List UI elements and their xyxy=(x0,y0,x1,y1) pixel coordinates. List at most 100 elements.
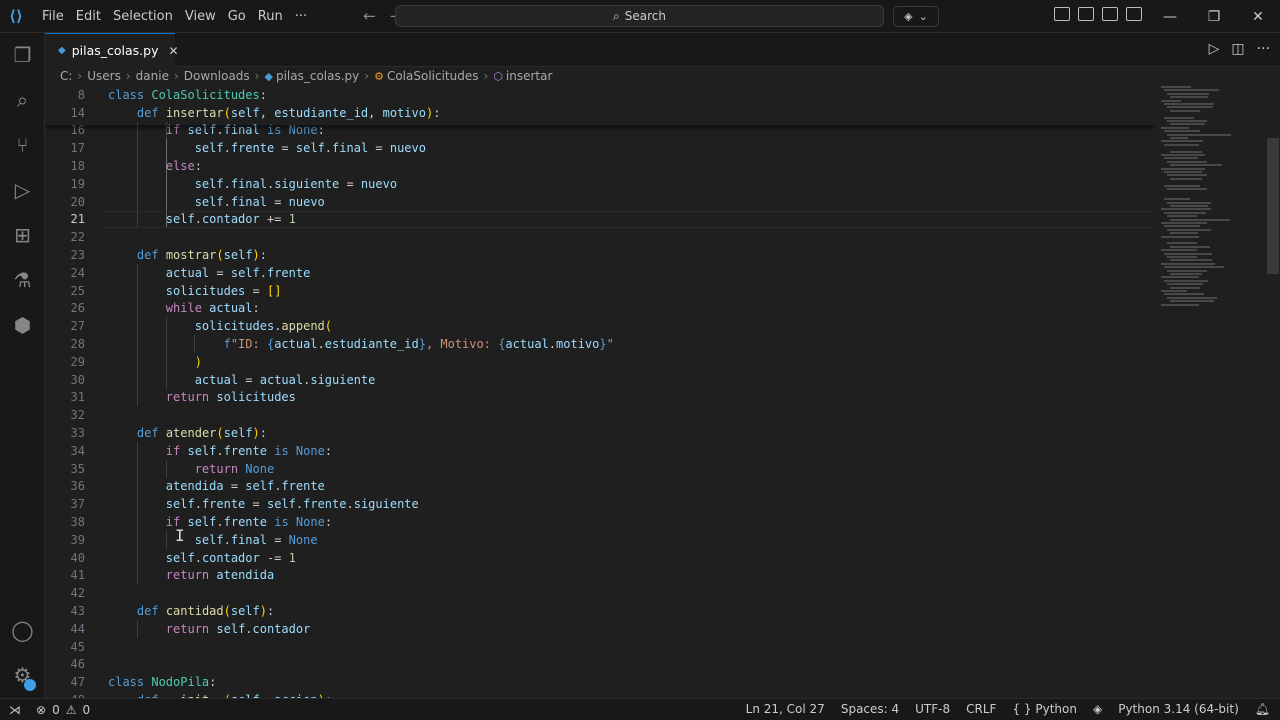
sticky-scroll-line[interactable]: 8 class ColaSolicitudes: xyxy=(45,86,1155,104)
menu-file[interactable]: File xyxy=(36,9,70,24)
code-line[interactable]: 18 else: xyxy=(45,157,1155,175)
source-control-icon[interactable]: ⑂ xyxy=(0,125,45,165)
account-icon[interactable]: ◯ xyxy=(0,610,45,650)
python-icon[interactable]: ⬢ xyxy=(0,305,45,345)
breadcrumb-users[interactable]: Users xyxy=(87,69,121,83)
testing-icon[interactable]: ⚗ xyxy=(0,260,45,300)
code-line[interactable]: 29 ) xyxy=(45,353,1155,371)
toggle-secondary-sidebar-icon[interactable] xyxy=(1126,7,1142,21)
code-line[interactable]: 46 xyxy=(45,656,1155,674)
minimap-line xyxy=(1167,269,1207,272)
minimap[interactable] xyxy=(1155,86,1265,698)
code-line[interactable]: 32 xyxy=(45,406,1155,424)
menu-more[interactable]: ··· xyxy=(289,9,313,24)
menu-edit[interactable]: Edit xyxy=(70,9,107,24)
close-tab-icon[interactable]: ✕ xyxy=(168,44,178,58)
split-editor-icon[interactable]: ◫ xyxy=(1231,41,1244,57)
line-code: solicitudes.append( xyxy=(194,319,333,334)
code-line[interactable]: 20 self.final = nuevo xyxy=(45,193,1155,211)
extensions-icon[interactable]: ⊞ xyxy=(0,215,45,255)
more-actions-icon[interactable]: ··· xyxy=(1257,41,1270,57)
breadcrumb-drive[interactable]: C: xyxy=(60,69,72,83)
breadcrumb-file[interactable]: pilas_colas.py xyxy=(276,69,359,83)
remote-indicator-icon[interactable]: ⋊ xyxy=(0,703,30,717)
line-number: 28 xyxy=(70,337,85,352)
breadcrumb-method[interactable]: insertar xyxy=(506,69,553,83)
minimap-line xyxy=(1164,293,1204,296)
code-line[interactable]: 25 solicitudes = [] xyxy=(45,282,1155,300)
python-interpreter[interactable]: Python 3.14 (64-bit) xyxy=(1118,702,1239,716)
restore-icon[interactable]: ❐ xyxy=(1192,0,1236,33)
editor-scrollbar[interactable] xyxy=(1267,138,1279,274)
minimap-line xyxy=(1170,150,1202,153)
code-editor[interactable]: 8 class ColaSolicitudes: 14 def insertar(s… xyxy=(45,86,1155,698)
code-line[interactable]: 24 actual = self.frente xyxy=(45,264,1155,282)
minimap-line xyxy=(1164,279,1208,282)
code-line[interactable]: 40 self.contador -= 1 xyxy=(45,549,1155,567)
code-line[interactable]: 35 return None xyxy=(45,460,1155,478)
breadcrumb-danie[interactable]: danie xyxy=(136,69,169,83)
code-line[interactable]: 21 self.contador += 1 xyxy=(45,210,1155,229)
code-line[interactable]: 34 if self.frente is None: xyxy=(45,442,1155,460)
code-line[interactable]: 38 if self.frente is None: xyxy=(45,513,1155,531)
code-line[interactable]: 23 def mostrar(self): xyxy=(45,246,1155,264)
search-sidebar-icon[interactable]: ⌕ xyxy=(0,80,45,120)
toggle-panel-icon[interactable] xyxy=(1102,7,1118,21)
menu-selection[interactable]: Selection xyxy=(107,9,179,24)
command-center-search[interactable]: ⌕ Search xyxy=(395,5,884,27)
sticky-scroll-line[interactable]: 14 def insertar(self, estudiante_id, mot… xyxy=(45,103,1155,122)
code-line[interactable]: 37 self.frente = self.frente.siguiente xyxy=(45,495,1155,513)
code-line[interactable]: 30 actual = actual.siguiente xyxy=(45,371,1155,389)
code-line[interactable]: 36 atendida = self.frente xyxy=(45,478,1155,496)
code-line[interactable]: 19 self.final.siguiente = nuevo xyxy=(45,175,1155,193)
back-arrow-icon[interactable]: ← xyxy=(363,7,376,25)
line-code: def insertar(self, estudiante_id, motivo… xyxy=(136,105,441,120)
language-mode[interactable]: { } Python xyxy=(1012,702,1077,716)
code-line[interactable]: 22 xyxy=(45,228,1155,246)
line-number: 38 xyxy=(70,515,85,530)
line-code: def atender(self): xyxy=(136,426,268,441)
minimap-line xyxy=(1164,198,1190,201)
code-line[interactable]: 28 f"ID: {actual.estudiante_id}, Motivo:… xyxy=(45,335,1155,353)
line-code: if self.final is None: xyxy=(165,123,325,138)
code-line[interactable]: 43 def cantidad(self): xyxy=(45,602,1155,620)
code-line[interactable]: 31 return solicitudes xyxy=(45,389,1155,407)
line-number: 39 xyxy=(70,532,85,547)
code-line[interactable]: 48 def __init__(self, accion): xyxy=(45,691,1155,698)
code-line[interactable]: 44 return self.contador xyxy=(45,620,1155,638)
code-line[interactable]: 39 self.final = None xyxy=(45,531,1155,549)
copilot-button[interactable]: ◈ ⌄ xyxy=(893,6,939,27)
customize-layout-icon[interactable] xyxy=(1054,7,1070,21)
copilot-status-icon[interactable]: ◈ xyxy=(1093,702,1102,716)
minimap-line xyxy=(1167,188,1207,190)
run-debug-icon[interactable]: ▷ xyxy=(0,170,45,210)
menu-view[interactable]: View xyxy=(179,9,222,24)
editor-tab-bar: ◆ pilas_colas.py ✕ ▷ ◫ ··· xyxy=(45,33,1280,67)
indentation[interactable]: Spaces: 4 xyxy=(841,702,899,716)
minimize-icon[interactable]: — xyxy=(1148,0,1192,33)
menu-go[interactable]: Go xyxy=(222,9,252,24)
breadcrumb-class[interactable]: ColaSolicitudes xyxy=(387,69,479,83)
run-python-file-icon[interactable]: ▷ xyxy=(1209,41,1220,57)
line-number: 43 xyxy=(70,604,85,619)
cursor-position[interactable]: Ln 21, Col 27 xyxy=(746,702,825,716)
code-line[interactable]: 17 self.frente = self.final = nuevo xyxy=(45,139,1155,157)
code-line[interactable]: 45 xyxy=(45,638,1155,656)
close-window-icon[interactable]: ✕ xyxy=(1236,0,1280,33)
end-of-line[interactable]: CRLF xyxy=(966,702,996,716)
explorer-icon[interactable]: ❐ xyxy=(0,35,45,75)
toggle-primary-sidebar-icon[interactable] xyxy=(1078,7,1094,21)
file-encoding[interactable]: UTF-8 xyxy=(915,702,950,716)
code-line[interactable]: 26 while actual: xyxy=(45,300,1155,318)
code-line[interactable]: 42 xyxy=(45,584,1155,602)
code-line[interactable]: 27 solicitudes.append( xyxy=(45,317,1155,335)
code-line[interactable]: 41 return atendida xyxy=(45,567,1155,585)
code-line[interactable]: 33 def atender(self): xyxy=(45,424,1155,442)
manage-gear-icon[interactable]: ⚙ xyxy=(0,655,45,695)
notifications-bell-icon[interactable]: 🔔︎ xyxy=(1255,702,1270,716)
code-line[interactable]: 47 class NodoPila: xyxy=(45,673,1155,691)
menu-run[interactable]: Run xyxy=(252,9,289,24)
breadcrumb-downloads[interactable]: Downloads xyxy=(184,69,250,83)
tab-pilas-colas[interactable]: ◆ pilas_colas.py ✕ xyxy=(45,33,179,67)
problems-indicator[interactable]: ⊗ 0 ⚠ 0 xyxy=(36,703,90,717)
